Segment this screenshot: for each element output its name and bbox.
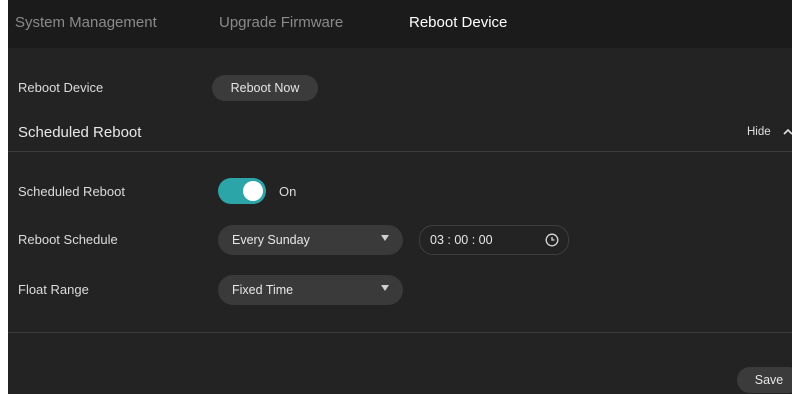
- reboot-schedule-value: Every Sunday: [232, 233, 310, 247]
- float-range-value: Fixed Time: [232, 283, 294, 297]
- scheduled-reboot-label: Scheduled Reboot: [18, 184, 125, 199]
- caret-down-icon: [381, 235, 389, 241]
- scheduled-reboot-section-title: Scheduled Reboot: [18, 124, 142, 141]
- reboot-schedule-label: Reboot Schedule: [18, 232, 118, 247]
- tab-system-management[interactable]: System Management: [15, 14, 157, 31]
- reboot-device-label: Reboot Device: [18, 80, 104, 95]
- footer-divider: [8, 332, 792, 333]
- tab-bar: System Management Upgrade Firmware Reboo…: [8, 0, 792, 48]
- reboot-time-value: 03 : 00 : 00: [430, 233, 493, 247]
- float-range-select[interactable]: Fixed Time: [218, 275, 403, 305]
- float-range-label: Float Range: [18, 282, 89, 297]
- tab-reboot-device[interactable]: Reboot Device: [409, 14, 507, 31]
- reboot-device-page: System Management Upgrade Firmware Reboo…: [8, 0, 792, 394]
- hide-link[interactable]: Hide: [747, 126, 771, 138]
- clock-icon[interactable]: [544, 232, 560, 248]
- reboot-schedule-select[interactable]: Every Sunday: [218, 225, 403, 255]
- chevron-up-icon[interactable]: [783, 126, 792, 138]
- section-divider: [8, 151, 792, 152]
- scheduled-reboot-toggle[interactable]: [218, 178, 266, 204]
- reboot-now-button[interactable]: Reboot Now: [212, 75, 318, 101]
- toggle-knob: [243, 181, 263, 201]
- reboot-time-input[interactable]: 03 : 00 : 00: [419, 225, 569, 255]
- toggle-state-label: On: [279, 184, 297, 199]
- tab-upgrade-firmware[interactable]: Upgrade Firmware: [219, 14, 343, 31]
- save-button[interactable]: Save: [737, 367, 792, 393]
- caret-down-icon: [381, 285, 389, 291]
